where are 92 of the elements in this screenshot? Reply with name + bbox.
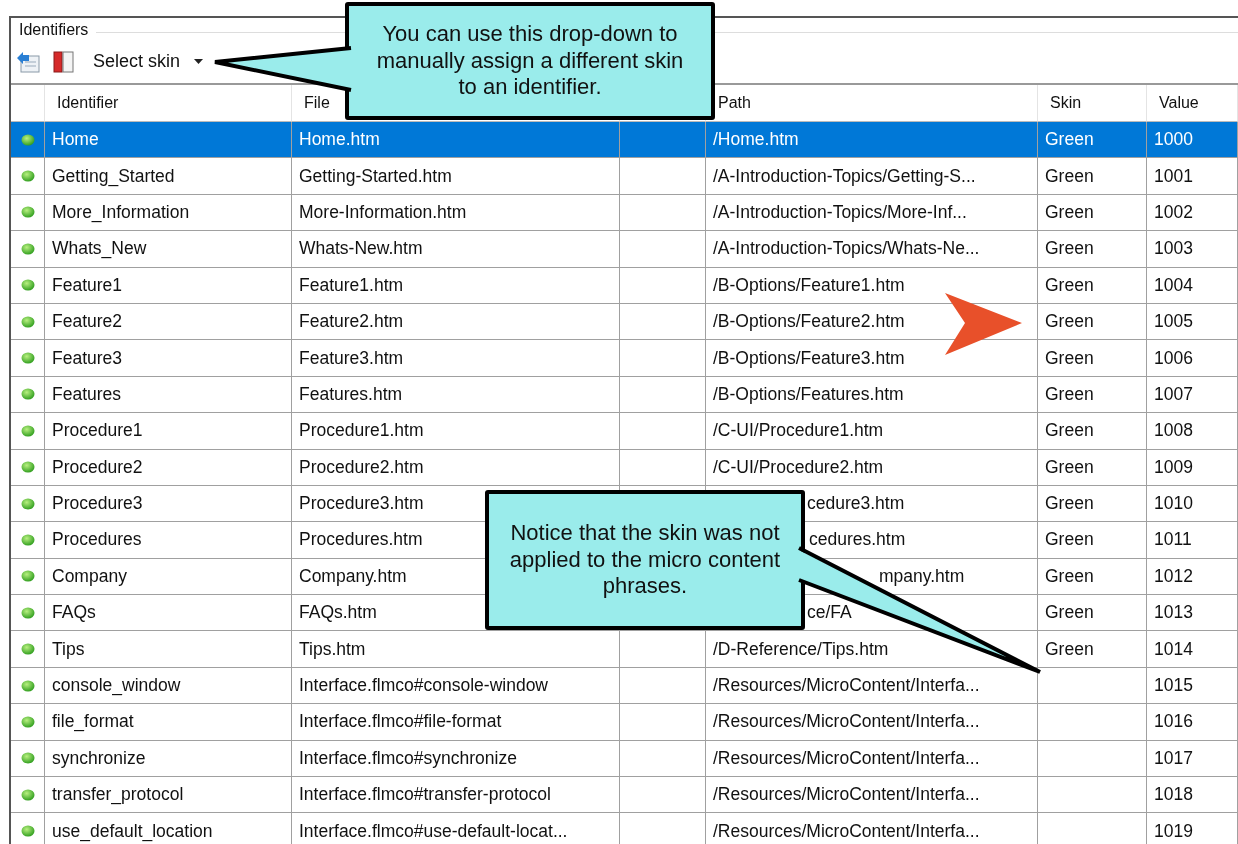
table-cell: /Resources/MicroContent/Interfa... (706, 777, 1038, 814)
table-cell: Procedure2.htm (292, 449, 620, 486)
table-cell: 1006 (1147, 340, 1238, 377)
table-cell: Green (1038, 595, 1147, 632)
table-cell: Company (45, 558, 292, 596)
table-cell: synchronize (45, 740, 292, 778)
table-cell: 1019 (1147, 813, 1238, 844)
table-cell: Procedure1.htm (292, 413, 620, 450)
table-cell: Procedure2 (45, 449, 292, 486)
table-cell: /Resources/MicroContent/Interfa... (706, 704, 1038, 741)
table-cell: Feature3.htm (292, 340, 620, 377)
table-cell: Features (45, 376, 292, 414)
column-header[interactable]: Identifier (57, 94, 119, 112)
table-cell: Getting-Started.htm (292, 158, 620, 195)
table-cell: Green (1038, 631, 1147, 668)
table-cell: 1012 (1147, 558, 1238, 596)
table-cell: Home.htm (292, 122, 620, 159)
table-cell: use_default_location (45, 813, 292, 844)
table-cell: Whats-New.htm (292, 231, 620, 268)
table-cell: Green (1038, 340, 1147, 377)
table-cell: 1011 (1147, 522, 1238, 559)
table-cell: /Resources/MicroContent/Interfa... (706, 740, 1038, 778)
table-cell: Home (45, 122, 292, 159)
table-cell: Green (1038, 194, 1147, 232)
table-cell: Green (1038, 449, 1147, 486)
table-cell: Feature2 (45, 303, 292, 341)
table-cell: Green (1038, 522, 1147, 559)
column-header[interactable]: File (304, 94, 330, 112)
table-cell: Tips.htm (292, 631, 620, 668)
table-cell: 1015 (1147, 667, 1238, 705)
table-cell: 1013 (1147, 595, 1238, 632)
table-cell: Green (1038, 122, 1147, 159)
table-cell: Interface.flmco#file-format (292, 704, 620, 741)
table-cell: file_format (45, 704, 292, 741)
table-cell: /A-Introduction-Topics/Whats-Ne... (706, 231, 1038, 268)
table-cell: Procedures (45, 522, 292, 559)
table-cell: 1003 (1147, 231, 1238, 268)
table-cell: Feature3 (45, 340, 292, 377)
table-cell: 1005 (1147, 303, 1238, 341)
table-cell: 1007 (1147, 376, 1238, 414)
column-header[interactable]: Path (718, 94, 751, 112)
table-cell: Interface.flmco#synchronize (292, 740, 620, 778)
table-cell: Getting_Started (45, 158, 292, 195)
table-cell: Interface.flmco#use-default-locat... (292, 813, 620, 844)
table-cell: 1000 (1147, 122, 1238, 159)
table-cell: Green (1038, 558, 1147, 596)
table-cell: /Home.htm (706, 122, 1038, 159)
group-title: Identifiers (19, 21, 89, 39)
table-cell: Green (1038, 303, 1147, 341)
table-cell: Feature1.htm (292, 267, 620, 304)
table-cell: Green (1038, 376, 1147, 414)
table-cell: 1018 (1147, 777, 1238, 814)
column-header[interactable]: Skin (1050, 94, 1082, 112)
table-cell: Interface.flmco#console-window (292, 667, 620, 705)
table-cell: More-Information.htm (292, 194, 620, 232)
column-header[interactable]: Value (1159, 94, 1199, 112)
table-cell: Tips (45, 631, 292, 668)
table-cell: Interface.flmco#transfer-protocol (292, 777, 620, 814)
table-cell: 1001 (1147, 158, 1238, 195)
table-cell: 1014 (1147, 631, 1238, 668)
table-cell: Feature2.htm (292, 303, 620, 341)
table-cell: /A-Introduction-Topics/More-Inf... (706, 194, 1038, 232)
table-cell: transfer_protocol (45, 777, 292, 814)
callout-box: Notice that the skin was not applied to the micro content phrases. (485, 490, 805, 630)
table-cell: console_window (45, 667, 292, 705)
table-cell: Green (1038, 231, 1147, 268)
table-cell: FAQs (45, 595, 292, 632)
table-cell: Feature1 (45, 267, 292, 304)
table-cell: /C-UI/Procedure2.htm (706, 449, 1038, 486)
table-cell: More_Information (45, 194, 292, 232)
table-cell: Whats_New (45, 231, 292, 268)
table-cell: Green (1038, 267, 1147, 304)
table-cell: /C-UI/Procedure1.htm (706, 413, 1038, 450)
table-cell: Procedure3 (45, 485, 292, 523)
table-cell: 1016 (1147, 704, 1238, 741)
table-cell: Green (1038, 158, 1147, 195)
table-cell: /B-Options/Features.htm (706, 376, 1038, 414)
table-cell: Features.htm (292, 376, 620, 414)
callout-box: You can use this drop-down to manually assign a different skin to an identifier. (345, 2, 715, 120)
table-cell: 1004 (1147, 267, 1238, 304)
table-cell: /Resources/MicroContent/Interfa... (706, 813, 1038, 844)
table-cell: 1002 (1147, 194, 1238, 232)
table-cell: /Resources/MicroContent/Interfa... (706, 667, 1038, 705)
table-cell: 1010 (1147, 485, 1238, 523)
table-cell: Green (1038, 413, 1147, 450)
table-cell: Procedure1 (45, 413, 292, 450)
table-cell: 1009 (1147, 449, 1238, 486)
table-cell: Green (1038, 485, 1147, 523)
table-cell: 1008 (1147, 413, 1238, 450)
table-cell: 1017 (1147, 740, 1238, 778)
skin-dropdown[interactable]: Select skin (87, 49, 210, 74)
table-cell: /A-Introduction-Topics/Getting-S... (706, 158, 1038, 195)
